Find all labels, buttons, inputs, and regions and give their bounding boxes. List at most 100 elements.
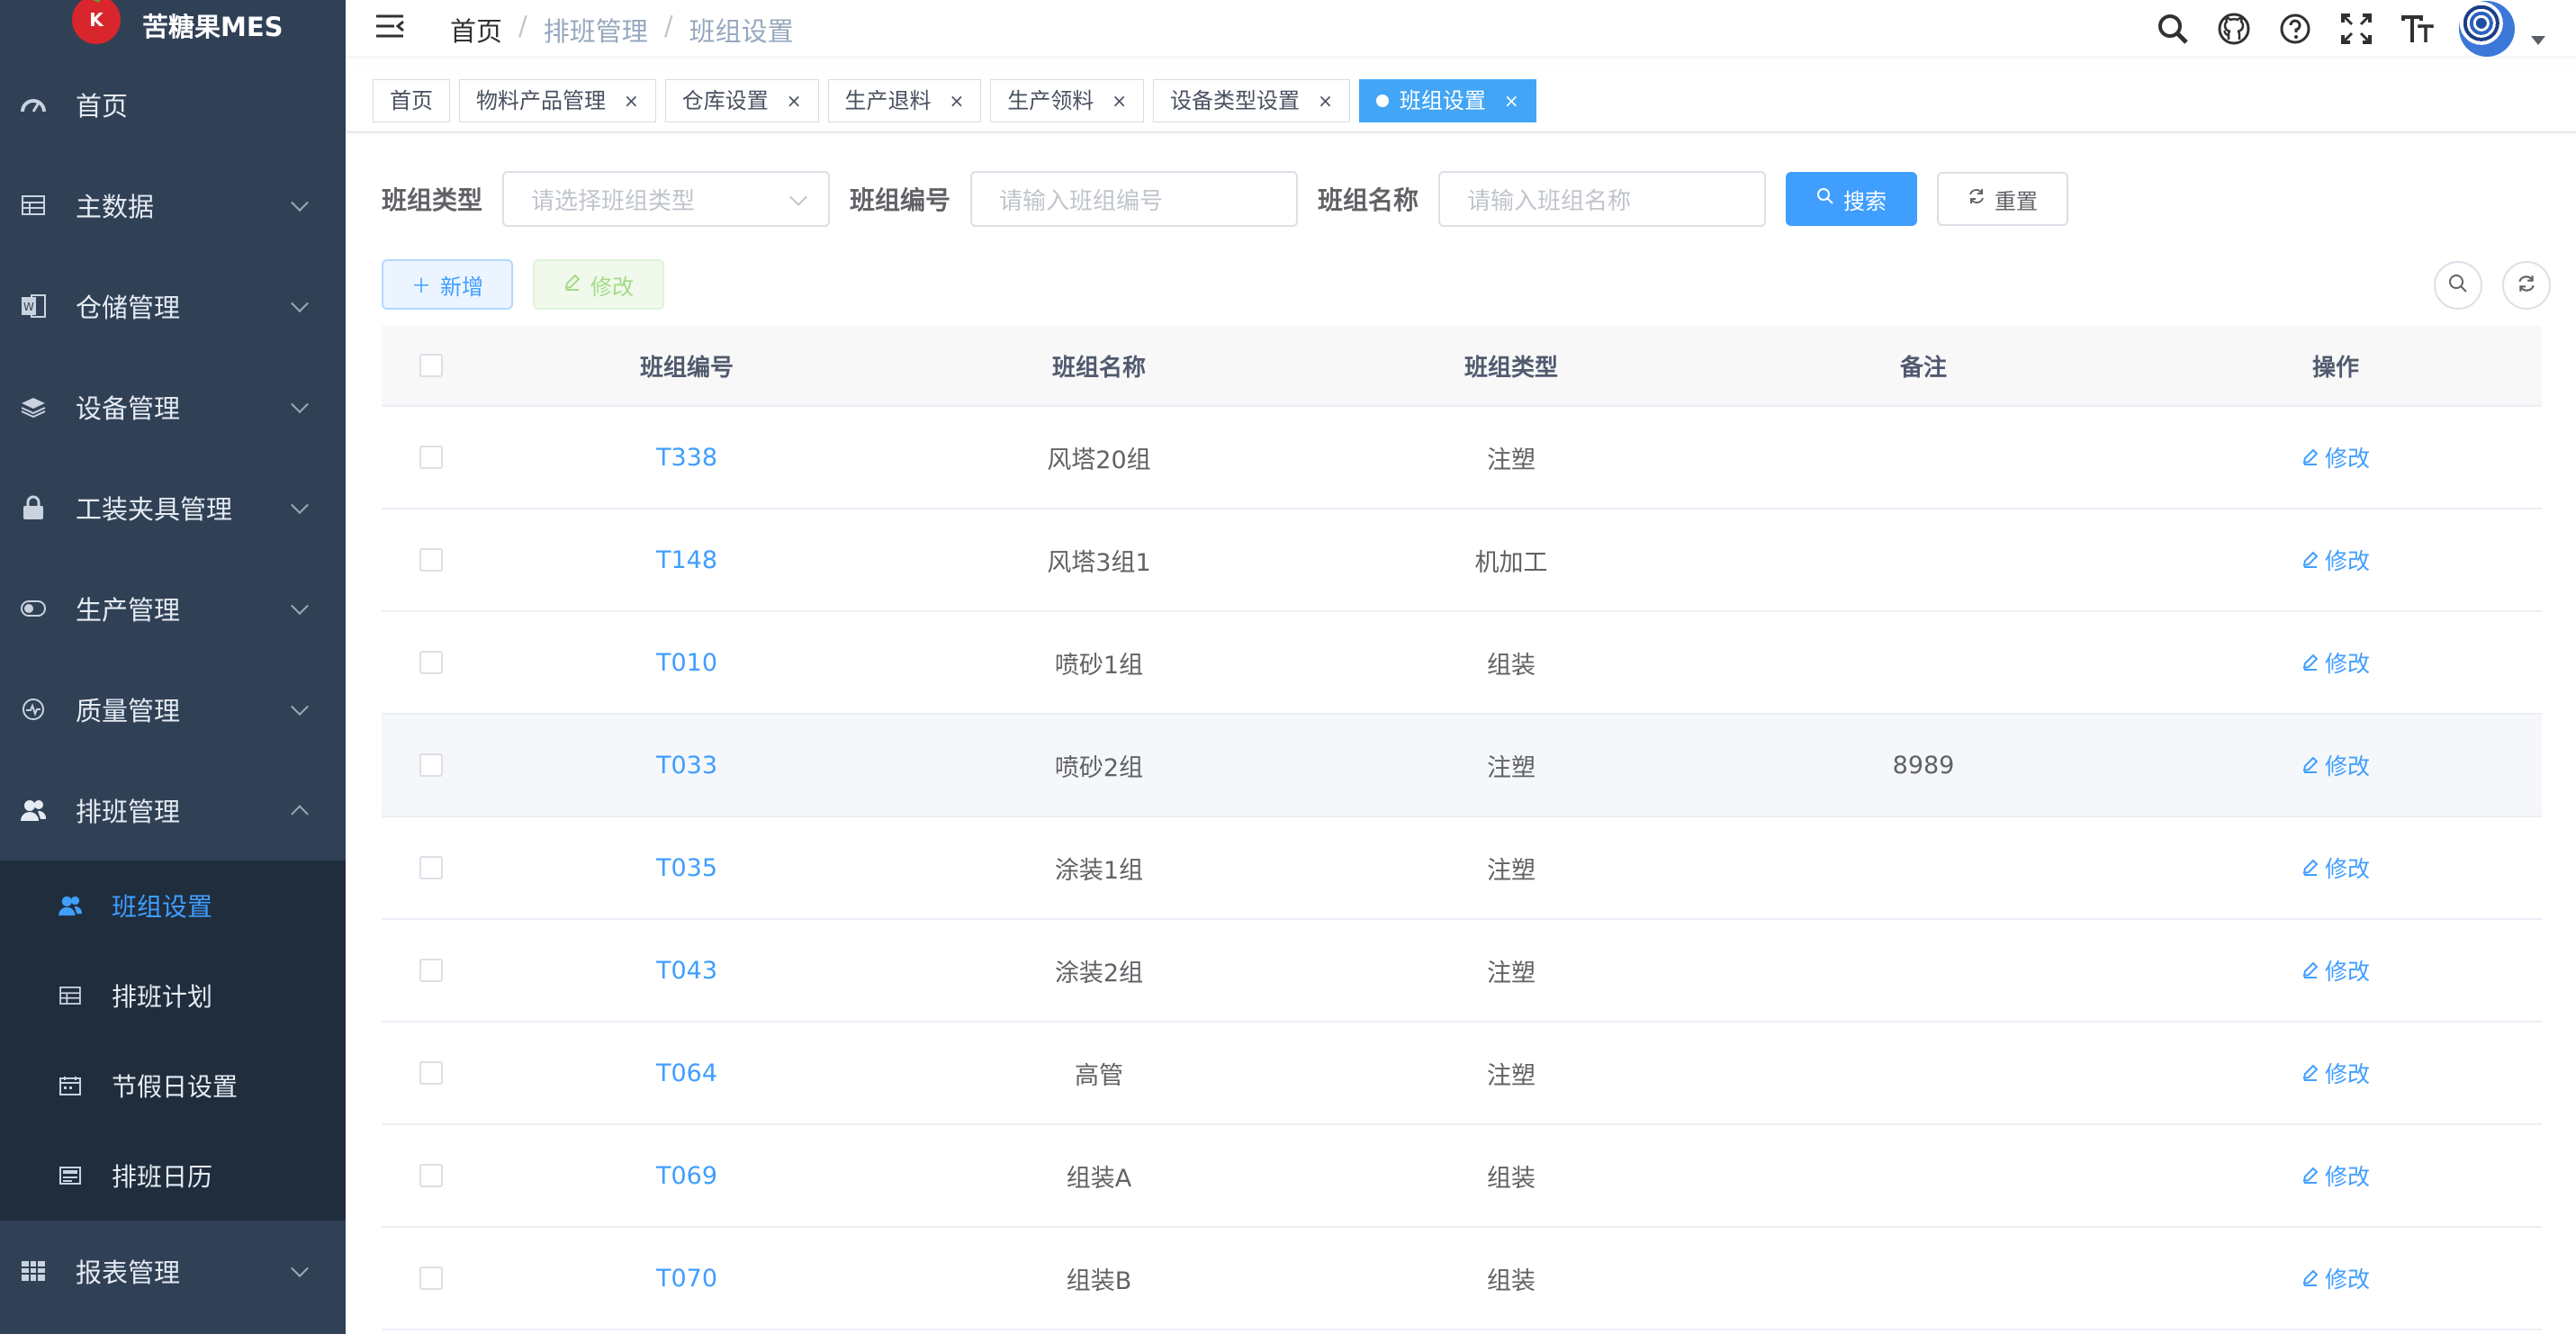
sidebar-item-label: 生产管理	[76, 595, 181, 626]
sidebar-item-scheduling[interactable]: 排班管理	[0, 760, 346, 861]
row-edit-button[interactable]: 修改	[2301, 1057, 2370, 1089]
refresh-button[interactable]	[2502, 261, 2551, 310]
search-button[interactable]: 搜索	[1786, 172, 1918, 226]
row-checkbox[interactable]	[419, 446, 443, 469]
reset-button[interactable]: 重置	[1937, 172, 2069, 226]
team-name-cell: 涂装2组	[1054, 959, 1144, 987]
team-code-link[interactable]: T148	[656, 546, 717, 574]
github-icon[interactable]	[2214, 9, 2254, 49]
grid-icon	[20, 1257, 47, 1284]
plus-icon: ＋	[410, 275, 431, 298]
sidebar-item-fixture[interactable]: 工装夹具管理	[0, 457, 346, 558]
sidebar-subitem-schedule-plan[interactable]: 排班计划	[0, 951, 346, 1041]
edit-button[interactable]: 修改	[533, 259, 664, 310]
sidebar-item-equipment[interactable]: 设备管理	[0, 356, 346, 457]
row-checkbox[interactable]	[419, 548, 443, 572]
sidebar-item-master-data[interactable]: 主数据	[0, 155, 346, 256]
header-remark: 备注	[1899, 354, 1947, 382]
row-checkbox[interactable]	[419, 959, 443, 982]
sidebar-subitem-label: 排班日历	[112, 1162, 213, 1192]
chevron-down-icon	[291, 194, 309, 212]
row-edit-button[interactable]: 修改	[2301, 1159, 2370, 1192]
app-title: 苦糖果MES	[142, 12, 284, 42]
edit-icon	[2301, 1266, 2319, 1292]
sidebar-item-quality[interactable]: 质量管理	[0, 659, 346, 760]
team-type-placeholder: 请选择班组类型	[531, 187, 696, 215]
row-edit-button[interactable]: 修改	[2301, 954, 2370, 987]
team-code-link[interactable]: T010	[656, 649, 717, 677]
breadcrumb-item[interactable]: 首页	[450, 11, 502, 49]
close-icon[interactable]: ×	[787, 79, 802, 122]
row-checkbox[interactable]	[419, 1061, 443, 1085]
team-name-cell: 风塔20组	[1047, 446, 1151, 474]
team-type-cell: 注塑	[1487, 446, 1536, 474]
close-icon[interactable]: ×	[1318, 79, 1333, 122]
tag-team-settings[interactable]: 班组设置 ×	[1358, 79, 1536, 122]
breadcrumb: 首页 / 排班管理 / 班组设置	[450, 11, 794, 49]
header-team-type: 班组类型	[1464, 354, 1558, 382]
help-icon[interactable]	[2275, 9, 2315, 49]
team-code-link[interactable]: T069	[656, 1162, 717, 1190]
select-all-checkbox[interactable]	[419, 354, 443, 377]
sidebar-item-warehouse[interactable]: W 仓储管理	[0, 256, 346, 356]
toggle-search-button[interactable]	[2434, 261, 2482, 310]
sidebar-item-production[interactable]: 生产管理	[0, 558, 346, 659]
breadcrumb-separator: /	[518, 11, 527, 41]
team-code-link[interactable]: T064	[656, 1059, 717, 1087]
close-icon[interactable]: ×	[1504, 79, 1519, 122]
close-icon[interactable]: ×	[624, 79, 639, 122]
sidebar-subitem-schedule-calendar[interactable]: 排班日历	[0, 1131, 346, 1221]
row-edit-button[interactable]: 修改	[2301, 441, 2370, 473]
table-row: T010 喷砂1组 组装 修改	[382, 612, 2542, 715]
tag-equipment-type[interactable]: 设备类型设置 ×	[1153, 79, 1350, 122]
sidebar-subitem-team-settings[interactable]: 班组设置	[0, 861, 346, 951]
row-edit-button[interactable]: 修改	[2301, 1262, 2370, 1294]
edit-icon	[2301, 650, 2319, 676]
team-code-link[interactable]: T033	[656, 752, 717, 780]
close-icon[interactable]: ×	[1112, 79, 1127, 122]
row-checkbox[interactable]	[419, 856, 443, 879]
team-type-select[interactable]: 请选择班组类型	[502, 171, 831, 227]
tag-home[interactable]: 首页	[373, 79, 450, 122]
row-checkbox[interactable]	[419, 1266, 443, 1290]
sidebar-subitem-label: 节假日设置	[112, 1072, 239, 1102]
team-code-label: 班组编号	[850, 185, 951, 215]
avatar[interactable]	[2459, 1, 2515, 57]
team-type-cell: 组装	[1487, 1266, 1536, 1295]
row-edit-label: 修改	[2324, 753, 2370, 780]
row-edit-button[interactable]: 修改	[2301, 852, 2370, 884]
team-type-cell: 组装	[1487, 1164, 1536, 1193]
team-code-link[interactable]: T070	[656, 1265, 717, 1293]
team-code-input[interactable]: 请输入班组编号	[970, 171, 1299, 227]
team-code-link[interactable]: T338	[656, 444, 717, 472]
breadcrumb-item: 排班管理	[543, 16, 648, 47]
font-size-icon[interactable]	[2398, 9, 2437, 49]
sidebar-item-reports[interactable]: 报表管理	[0, 1221, 346, 1321]
tag-production-issue[interactable]: 生产领料 ×	[990, 79, 1145, 122]
row-checkbox[interactable]	[419, 1164, 443, 1187]
row-checkbox[interactable]	[419, 753, 443, 777]
edit-icon	[2301, 445, 2319, 471]
sidebar-item-home[interactable]: 首页	[0, 54, 346, 155]
row-edit-button[interactable]: 修改	[2301, 749, 2370, 781]
edit-icon	[2301, 855, 2319, 881]
row-edit-button[interactable]: 修改	[2301, 544, 2370, 576]
search-icon[interactable]	[2153, 9, 2193, 49]
sidebar-subitem-holiday[interactable]: 节假日设置	[0, 1041, 346, 1131]
team-name-input[interactable]: 请输入班组名称	[1438, 171, 1767, 227]
header-actions: 操作	[2311, 354, 2359, 382]
tag-warehouse-settings[interactable]: 仓库设置 ×	[664, 79, 819, 122]
close-icon[interactable]: ×	[950, 79, 965, 122]
row-edit-button[interactable]: 修改	[2301, 646, 2370, 679]
fullscreen-icon[interactable]	[2337, 9, 2376, 49]
app-logo[interactable]: K 苦糖果MES	[0, 0, 346, 54]
hamburger-icon[interactable]	[374, 13, 405, 40]
row-checkbox[interactable]	[419, 651, 443, 674]
caret-down-icon[interactable]	[2531, 36, 2545, 45]
team-code-link[interactable]: T043	[656, 957, 717, 985]
team-code-link[interactable]: T035	[656, 854, 717, 882]
add-button[interactable]: ＋ 新增	[382, 259, 513, 310]
tag-material-product[interactable]: 物料产品管理 ×	[459, 79, 656, 122]
edit-button-label: 修改	[590, 274, 634, 300]
tag-production-return[interactable]: 生产退料 ×	[827, 79, 982, 122]
